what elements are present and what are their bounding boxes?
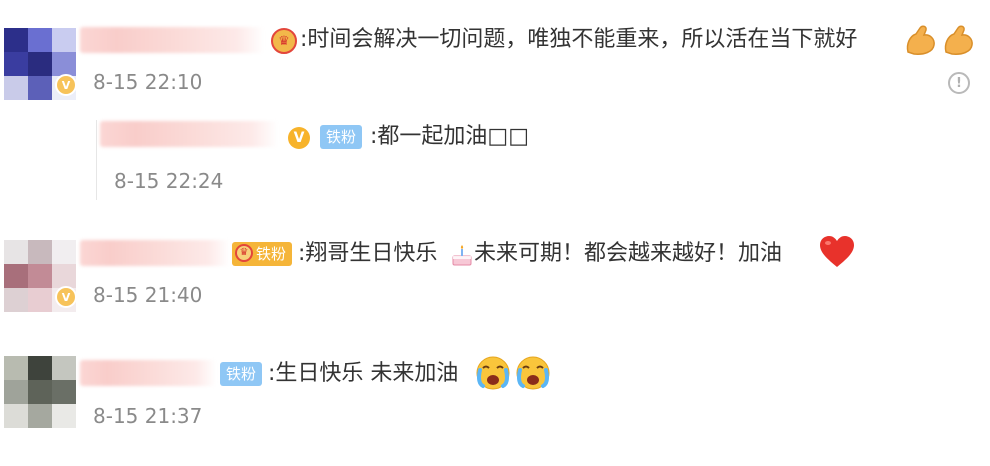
username-blurred[interactable] [80, 240, 230, 266]
crown-medal-icon: ♛ [271, 28, 297, 54]
flexed-biceps-icon [944, 25, 973, 55]
fan-badge: ♛ 铁粉 [232, 242, 293, 266]
comment-time: 8-15 21:37 [93, 404, 203, 428]
comment-time: 8-15 22:24 [114, 169, 224, 193]
birthday-cake-icon [452, 245, 472, 266]
avatar-badge-icon: V [55, 74, 77, 96]
avatar[interactable] [4, 356, 76, 428]
avatar-badge-icon: V [55, 286, 77, 308]
verified-icon: V [288, 127, 310, 149]
username-blurred[interactable] [80, 360, 216, 386]
fan-badge-label: 铁粉 [256, 245, 287, 263]
red-heart-icon [820, 236, 854, 267]
crying-face-icon [476, 356, 510, 390]
username-blurred[interactable] [80, 27, 264, 53]
reply-divider [96, 120, 97, 200]
fan-badge: 铁粉 [220, 362, 263, 386]
comment-text: 未来可期！都会越来越好！加油 [474, 241, 783, 266]
comment-text: :时间会解决一切问题，唯独不能重来，所以活在当下就好 [300, 27, 858, 52]
flexed-biceps-icon [906, 25, 935, 55]
username-blurred[interactable] [100, 121, 278, 147]
crown-medal-icon: ♛ [235, 244, 253, 262]
report-icon[interactable]: ! [948, 72, 970, 94]
comment-time: 8-15 22:10 [93, 70, 203, 94]
fan-badge: 铁粉 [320, 125, 363, 149]
comment-text: :都一起加油□□ [370, 124, 529, 149]
crying-face-icon [516, 356, 550, 390]
comment-text: :翔哥生日快乐 [298, 241, 438, 266]
comment-text: :生日快乐 未来加油 [268, 361, 459, 386]
comment-time: 8-15 21:40 [93, 283, 203, 307]
